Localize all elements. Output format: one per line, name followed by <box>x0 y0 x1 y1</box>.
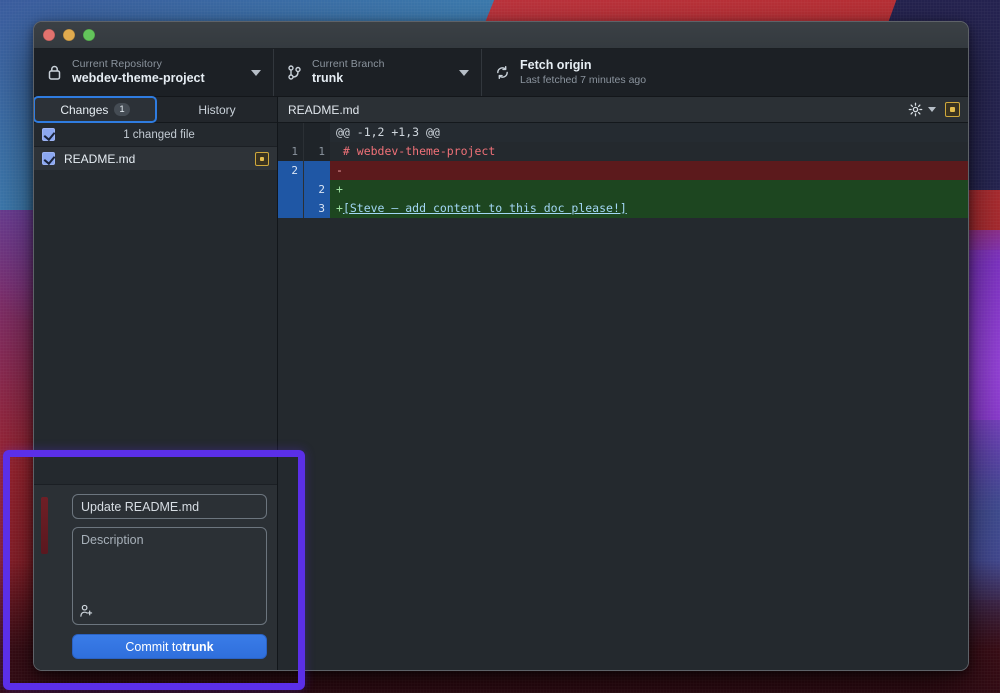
diff-gutter-new[interactable] <box>304 161 330 180</box>
sidebar-tabbar: Changes 1 History <box>34 97 277 123</box>
fetch-origin-label: Fetch origin <box>520 58 956 74</box>
current-branch-button[interactable]: Current Branch trunk <box>274 49 482 96</box>
chevron-down-icon[interactable] <box>928 107 936 112</box>
file-include-checkbox[interactable] <box>42 152 55 165</box>
diff-line-added[interactable]: 2 + <box>278 180 968 199</box>
diff-pane: README.md @@ -1,2 +1,3 @@ <box>278 97 968 670</box>
gear-icon[interactable] <box>908 102 923 117</box>
tab-history-label: History <box>198 103 235 117</box>
diff-line-text: +[Steve — add content to this doc please… <box>330 199 968 218</box>
diff-added-plus: + <box>336 201 343 215</box>
diff-line-hunk: @@ -1,2 +1,3 @@ <box>278 123 968 142</box>
diff-gutter-old: 1 <box>278 142 304 161</box>
file-list-empty-space <box>34 170 277 484</box>
app-toolbar: Current Repository webdev-theme-project … <box>34 49 968 97</box>
diff-gutter-old[interactable] <box>278 180 304 199</box>
diff-added-link: [Steve — add content to this doc please!… <box>343 201 627 215</box>
diff-line-added[interactable]: 3 +[Steve — add content to this doc plea… <box>278 199 968 218</box>
chevron-down-icon <box>459 70 469 76</box>
lock-icon <box>46 65 62 80</box>
diff-line-text: # webdev-theme-project <box>330 142 968 161</box>
tab-changes-count: 1 <box>114 103 129 116</box>
diff-gutter-new[interactable]: 3 <box>304 199 330 218</box>
changed-files-count-label: 1 changed file <box>55 129 277 141</box>
add-coauthor-icon[interactable] <box>79 603 94 620</box>
commit-summary-input[interactable]: Update README.md <box>72 494 267 519</box>
diff-filename: README.md <box>288 103 908 117</box>
tab-changes-label: Changes <box>60 103 108 117</box>
maximize-button[interactable] <box>83 29 95 41</box>
app-body: Changes 1 History 1 changed file README.… <box>34 97 968 670</box>
window-titlebar <box>34 22 968 49</box>
diff-gutter-new <box>304 123 330 142</box>
diff-line-text: @@ -1,2 +1,3 @@ <box>330 123 968 142</box>
desktop-background: Current Repository webdev-theme-project … <box>0 0 1000 693</box>
diff-view-icon[interactable] <box>945 102 960 117</box>
current-repository-value: webdev-theme-project <box>72 71 243 87</box>
commit-to-branch-button[interactable]: Commit to trunk <box>72 634 267 659</box>
changes-sidebar: Changes 1 History 1 changed file README.… <box>34 97 278 670</box>
diff-line-text: - <box>330 161 968 180</box>
commit-area: Update README.md Description <box>34 484 277 670</box>
changed-files-header: 1 changed file <box>34 123 277 147</box>
tab-changes[interactable]: Changes 1 <box>33 96 157 123</box>
current-repository-button[interactable]: Current Repository webdev-theme-project <box>34 49 274 96</box>
branch-icon <box>286 65 302 80</box>
diff-header: README.md <box>278 97 968 123</box>
github-desktop-window: Current Repository webdev-theme-project … <box>33 21 969 671</box>
list-item[interactable]: README.md <box>34 147 277 170</box>
diff-gutter-old <box>278 123 304 142</box>
current-branch-label: Current Branch <box>312 58 451 71</box>
diff-gutter-old[interactable] <box>278 199 304 218</box>
modified-icon <box>255 152 269 166</box>
diff-gutter-old[interactable]: 2 <box>278 161 304 180</box>
current-repository-label: Current Repository <box>72 58 243 71</box>
tab-history[interactable]: History <box>157 97 277 122</box>
select-all-checkbox[interactable] <box>42 128 55 141</box>
commit-button-prefix: Commit to <box>125 640 182 654</box>
current-branch-value: trunk <box>312 71 451 87</box>
diff-gutter-new[interactable]: 2 <box>304 180 330 199</box>
avatar <box>41 497 48 554</box>
diff-line-context: 1 1 # webdev-theme-project <box>278 142 968 161</box>
fetch-origin-button[interactable]: Fetch origin Last fetched 7 minutes ago <box>482 49 968 96</box>
sync-icon <box>494 65 510 80</box>
commit-button-branch: trunk <box>182 640 213 654</box>
close-button[interactable] <box>43 29 55 41</box>
diff-content[interactable]: @@ -1,2 +1,3 @@ 1 1 # webdev-theme-proje… <box>278 123 968 670</box>
fetch-origin-sub: Last fetched 7 minutes ago <box>520 74 956 87</box>
chevron-down-icon <box>251 70 261 76</box>
minimize-button[interactable] <box>63 29 75 41</box>
diff-line-removed[interactable]: 2 - <box>278 161 968 180</box>
file-name: README.md <box>64 152 255 166</box>
commit-description-input[interactable]: Description <box>72 527 267 625</box>
diff-line-text: + <box>330 180 968 199</box>
diff-gutter-new: 1 <box>304 142 330 161</box>
